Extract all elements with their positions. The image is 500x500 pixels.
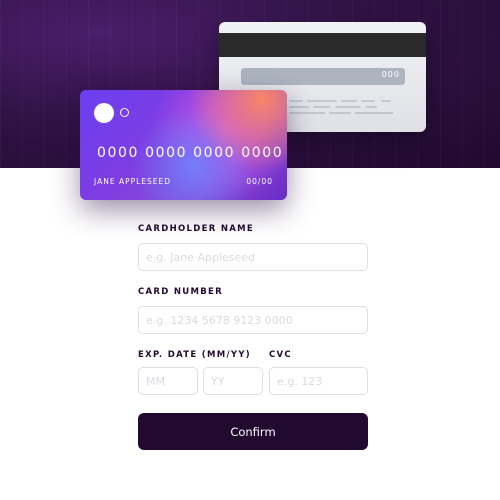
magnetic-stripe [219, 33, 426, 57]
card-details-form: CARDHOLDER NAME CARD NUMBER EXP. DATE (M… [138, 224, 368, 450]
card-number-display: 0000 0000 0000 0000 [97, 145, 284, 161]
card-back-cvc: 000 [381, 70, 400, 79]
card-number-input[interactable] [138, 306, 368, 334]
card-back-pattern-line [289, 100, 303, 102]
card-back-pattern-line [289, 112, 325, 114]
signature-strip: 000 [241, 68, 405, 85]
card-back-pattern-line [361, 100, 375, 102]
card-back-pattern-line [313, 106, 331, 108]
card-back-pattern-line [335, 106, 361, 108]
card-back-pattern-line [289, 106, 309, 108]
expiry-cvc-row: EXP. DATE (MM/YY) CVC [138, 350, 368, 410]
card-back-pattern-line [307, 100, 337, 102]
exp-year-input[interactable] [203, 367, 263, 395]
card-back-pattern-line [341, 100, 357, 102]
cvc-input[interactable] [269, 367, 368, 395]
expiry-display: 00/00 [246, 177, 273, 186]
exp-date-label: EXP. DATE (MM/YY) [138, 350, 251, 360]
card-front-preview: 0000 0000 0000 0000 JANE APPLESEED 00/00 [80, 90, 287, 200]
card-back-pattern-line [381, 100, 391, 102]
card-back-pattern-line [329, 112, 351, 114]
card-number-label: CARD NUMBER [138, 287, 223, 297]
card-logo-ring-icon [120, 108, 129, 117]
cardholder-name-input[interactable] [138, 243, 368, 271]
card-logo-circle-icon [94, 103, 114, 123]
cvc-label: CVC [269, 350, 292, 360]
exp-month-input[interactable] [138, 367, 198, 395]
card-back-pattern-line [365, 106, 377, 108]
cardholder-name-label: CARDHOLDER NAME [138, 224, 254, 234]
card-back-pattern-line [355, 112, 393, 114]
cardholder-display: JANE APPLESEED [94, 177, 172, 186]
confirm-button[interactable]: Confirm [138, 413, 368, 450]
